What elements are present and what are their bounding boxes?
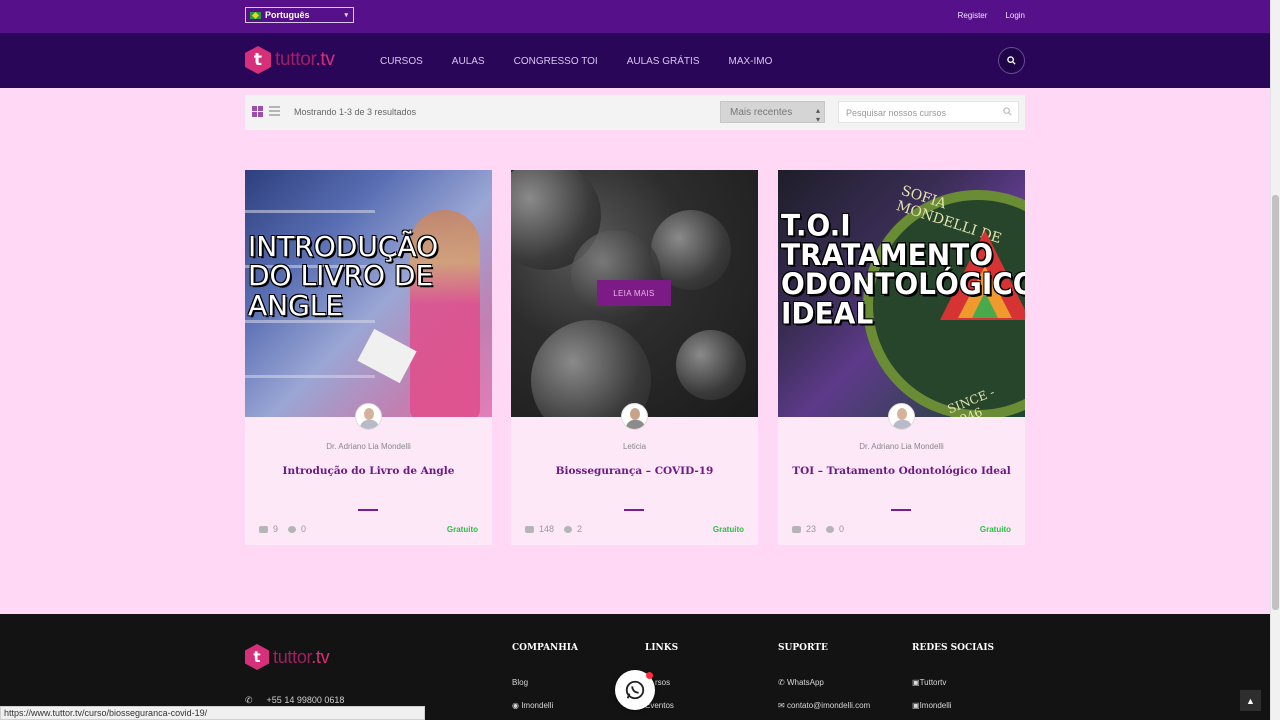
- nav-search-button[interactable]: [998, 47, 1025, 74]
- comment-icon: [288, 525, 297, 533]
- comment-icon: [564, 525, 573, 533]
- language-select[interactable]: Português ▾: [245, 7, 354, 23]
- register-link[interactable]: Register: [958, 11, 988, 20]
- logo-mark: t: [245, 644, 269, 670]
- avatar: [355, 403, 382, 430]
- comment-count: 0: [301, 524, 307, 534]
- course-title[interactable]: Introdução do Livro de Angle: [245, 465, 492, 477]
- envelope-icon: ✉: [778, 701, 787, 710]
- course-thumbnail[interactable]: INTRODUÇÃO DO LIVRO DE ANGLE: [245, 170, 492, 417]
- course-thumbnail[interactable]: LEIA MAIS: [511, 170, 758, 417]
- footer-heading-companhia: COMPANHIA: [512, 643, 578, 653]
- grid-view-icon[interactable]: [252, 106, 263, 117]
- footer-phone: ✆ +55 14 99800 0618: [245, 695, 345, 705]
- course-title[interactable]: TOI – Tratamento Odontológico Ideal: [778, 465, 1025, 477]
- instructor-name[interactable]: Dr. Adriano Lia Mondelli: [778, 442, 1025, 451]
- comment-count: 0: [839, 524, 845, 534]
- course-meta: 148 2: [525, 524, 582, 534]
- course-title[interactable]: Biossegurança – COVID-19: [511, 465, 758, 477]
- logo-mark: t: [245, 46, 271, 74]
- browser-status-url: https://www.tuttor.tv/curso/biosseguranc…: [0, 706, 425, 720]
- search-placeholder: Pesquisar nossos cursos: [846, 108, 947, 118]
- facebook-icon: ▣: [912, 678, 920, 687]
- footer-link-cursos[interactable]: rsos: [655, 678, 670, 687]
- comment-count: 2: [577, 524, 583, 534]
- notification-dot: [646, 672, 653, 679]
- course-filter-bar: Mostrando 1-3 de 3 resultados Mais recen…: [245, 95, 1025, 130]
- account-links: Register Login: [958, 11, 1025, 20]
- footer-link-blog[interactable]: Blog: [512, 678, 528, 687]
- instructor-name[interactable]: Leticia: [511, 442, 758, 451]
- language-label: Português: [265, 10, 310, 20]
- read-more-button[interactable]: LEIA MAIS: [597, 280, 671, 306]
- site-logo[interactable]: t tuttor.tv: [245, 46, 335, 74]
- price-badge: Gratuito: [979, 525, 1011, 534]
- course-meta: 23 0: [792, 524, 844, 534]
- price-badge: Gratuito: [446, 525, 478, 534]
- student-count: 148: [539, 524, 555, 534]
- comment-icon: [826, 525, 835, 533]
- course-card[interactable]: INTRODUÇÃO DO LIVRO DE ANGLE Dr. Adriano…: [245, 170, 492, 545]
- brazil-flag-icon: [250, 11, 261, 19]
- price-badge: Gratuito: [712, 525, 744, 534]
- footer-link-whatsapp[interactable]: ✆ WhatsApp: [778, 678, 824, 687]
- instructor-name[interactable]: Dr. Adriano Lia Mondelli: [245, 442, 492, 451]
- avatar: [888, 403, 915, 430]
- thumbnail-title: T.O.I TRATAMENTO ODONTOLÓGICO IDEAL: [781, 208, 1025, 331]
- nav-item-max-imo[interactable]: MAX-IMO: [729, 56, 773, 67]
- chevron-down-icon: ▴ ▾: [815, 106, 820, 124]
- avatar: [621, 403, 648, 430]
- scrollbar-thumb[interactable]: [1272, 195, 1279, 610]
- results-count: Mostrando 1-3 de 3 resultados: [294, 107, 417, 117]
- main-menu: CURSOS AULAS CONGRESSO TOI AULAS GRÁTIS …: [380, 56, 801, 67]
- page-scrollbar[interactable]: [1270, 0, 1280, 720]
- footer-link-email[interactable]: ✉ contato@imondelli.com: [778, 701, 870, 710]
- title-divider: [358, 509, 378, 511]
- nav-item-cursos[interactable]: CURSOS: [380, 56, 423, 67]
- footer-link-facebook-imondelli[interactable]: ▣Imondelli: [912, 701, 952, 710]
- users-icon: [792, 525, 801, 533]
- nav-item-aulas-gratis[interactable]: AULAS GRÁTIS: [627, 56, 700, 67]
- footer-link-facebook-tuttortv[interactable]: ▣Tuttortv: [912, 678, 946, 687]
- facebook-icon: ▣: [912, 701, 920, 710]
- student-count: 23: [806, 524, 817, 534]
- top-bar: [0, 0, 1280, 33]
- chevron-down-icon: ▾: [344, 12, 348, 19]
- thumbnail-title: INTRODUÇÃO DO LIVRO DE ANGLE: [248, 230, 439, 322]
- users-icon: [259, 525, 268, 533]
- nav-item-congresso-toi[interactable]: CONGRESSO TOI: [514, 56, 598, 67]
- course-card[interactable]: SOFIA MONDELLI DE SINCE - 1946 T.O.I TRA…: [778, 170, 1025, 545]
- title-divider: [624, 509, 644, 511]
- course-thumbnail[interactable]: SOFIA MONDELLI DE SINCE - 1946 T.O.I TRA…: [778, 170, 1025, 417]
- back-to-top-button[interactable]: ▲: [1240, 690, 1261, 711]
- course-meta: 9 0: [259, 524, 306, 534]
- users-icon: [525, 525, 534, 533]
- logo-wordmark: tuttor.tv: [275, 49, 335, 70]
- globe-icon: ◉: [512, 701, 522, 710]
- chevron-up-icon: ▲: [1246, 695, 1255, 706]
- course-search-input[interactable]: Pesquisar nossos cursos: [838, 101, 1019, 123]
- footer-heading-redes-sociais: REDES SOCIAIS: [912, 643, 995, 653]
- whatsapp-icon: [625, 680, 645, 700]
- footer-heading-suporte: SUPORTE: [778, 643, 828, 653]
- sort-select[interactable]: Mais recentes ▴ ▾: [720, 101, 825, 124]
- sort-selected-value: Mais recentes: [730, 107, 793, 118]
- list-view-icon[interactable]: [269, 106, 280, 116]
- whatsapp-icon: ✆: [778, 678, 787, 687]
- title-divider: [891, 509, 911, 511]
- footer-link-imondelli[interactable]: ◉ Imondelli: [512, 701, 553, 710]
- whatsapp-icon: ✆: [245, 695, 253, 705]
- logo-wordmark: tuttor.tv: [273, 646, 330, 667]
- login-link[interactable]: Login: [1005, 11, 1025, 20]
- search-icon[interactable]: [1003, 107, 1012, 116]
- course-card[interactable]: LEIA MAIS Leticia Biossegurança – COVID-…: [511, 170, 758, 545]
- nav-item-aulas[interactable]: AULAS: [452, 56, 485, 67]
- footer-logo[interactable]: t tuttor.tv: [245, 644, 330, 670]
- student-count: 9: [273, 524, 279, 534]
- search-icon: [1007, 56, 1016, 65]
- footer-heading-links: LINKS: [645, 643, 679, 653]
